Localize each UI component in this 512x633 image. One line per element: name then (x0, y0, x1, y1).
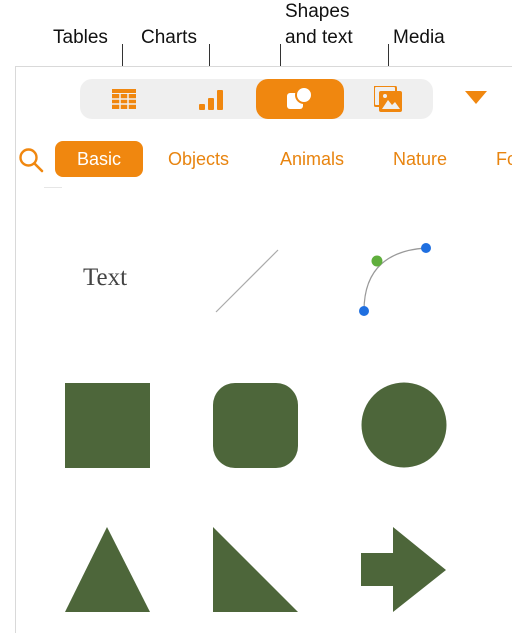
insert-popover: Basic Objects Animals Nature Fo Text (15, 66, 512, 633)
callout-charts: Charts (141, 27, 197, 48)
square-shape[interactable] (65, 383, 150, 468)
shapes-grid (65, 243, 447, 612)
arrow-shape[interactable] (361, 527, 446, 612)
line-shape[interactable] (215, 249, 279, 313)
callout-shapes-line2: and text (285, 27, 353, 48)
right-triangle-shape[interactable] (213, 527, 298, 612)
callout-tables: Tables (53, 27, 108, 48)
rounded-square-shape[interactable] (213, 383, 298, 468)
callout-media: Media (393, 27, 445, 48)
callout-shapes-line1: Shapes (285, 1, 350, 22)
circle-shape[interactable] (361, 382, 447, 468)
triangle-shape[interactable] (65, 527, 150, 612)
curve-shape[interactable] (359, 243, 431, 316)
